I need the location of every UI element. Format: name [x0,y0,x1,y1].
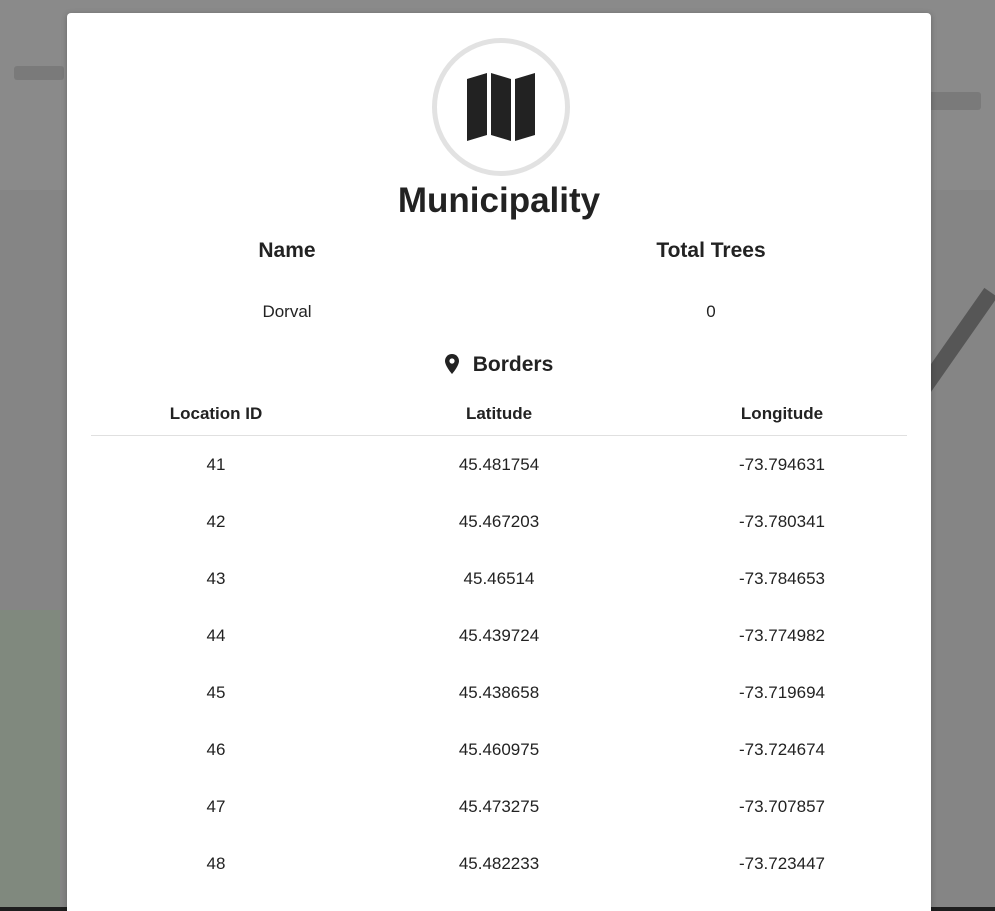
latitude-cell: 45.460975 [458,739,540,759]
location-id-cell: 43 [206,568,226,588]
location-id-cell: 44 [206,625,226,645]
latitude-cell: 45.46514 [463,568,535,588]
longitude-cell: -73.784653 [738,568,826,588]
location-id-cell: 42 [206,511,226,531]
location-id-cell: 46 [206,739,226,759]
table-row: 41 45.481754 -73.794631 [91,436,907,493]
longitude-cell: -73.724674 [738,739,826,759]
borders-heading-text: Borders [472,353,554,376]
latitude-cell: 45.438658 [458,682,540,702]
modal-title: Municipality [397,181,601,220]
table-row: 42 45.467203 -73.780341 [91,493,907,550]
location-id-cell: 48 [206,853,226,873]
latitude-cell: 45.439724 [458,625,540,645]
table-row: 48 45.482233 -73.723447 [91,835,907,892]
table-row: 45 45.438658 -73.719694 [91,664,907,721]
borders-heading: Borders [67,353,931,380]
latitude-cell: 45.467203 [458,511,540,531]
latitude-cell: 45.481754 [458,454,540,474]
latitude-cell: 45.473275 [458,796,540,816]
total-trees-header: Total Trees [656,239,766,262]
total-trees-value: 0 [706,302,716,321]
background-control [925,92,981,110]
background-park [0,610,60,910]
municipality-modal: Municipality Name Total Trees Dorval 0 B… [67,13,931,911]
map-icon [467,73,535,141]
longitude-cell: -73.719694 [738,682,826,702]
name-header: Name [258,239,316,262]
map-icon-circle [432,38,570,176]
table-row: 47 45.473275 -73.707857 [91,778,907,835]
table-row: 43 45.46514 -73.784653 [91,550,907,607]
longitude-cell: -73.780341 [738,511,826,531]
latitude-cell: 45.482233 [458,853,540,873]
borders-table: Location ID Latitude Longitude 41 45.481… [91,393,907,892]
column-longitude: Longitude [740,404,824,423]
longitude-cell: -73.723447 [738,853,826,873]
name-value: Dorval [262,302,312,321]
longitude-cell: -73.707857 [738,796,826,816]
column-location-id: Location ID [169,404,263,423]
table-row: 46 45.460975 -73.724674 [91,721,907,778]
longitude-cell: -73.774982 [738,625,826,645]
map-marker-icon [444,354,459,380]
location-id-cell: 47 [206,796,226,816]
table-row: 44 45.439724 -73.774982 [91,607,907,664]
longitude-cell: -73.794631 [738,454,826,474]
table-header: Location ID Latitude Longitude [91,393,907,436]
location-id-cell: 45 [206,682,226,702]
column-latitude: Latitude [465,404,533,423]
background-nav [14,66,64,80]
location-id-cell: 41 [206,454,226,474]
